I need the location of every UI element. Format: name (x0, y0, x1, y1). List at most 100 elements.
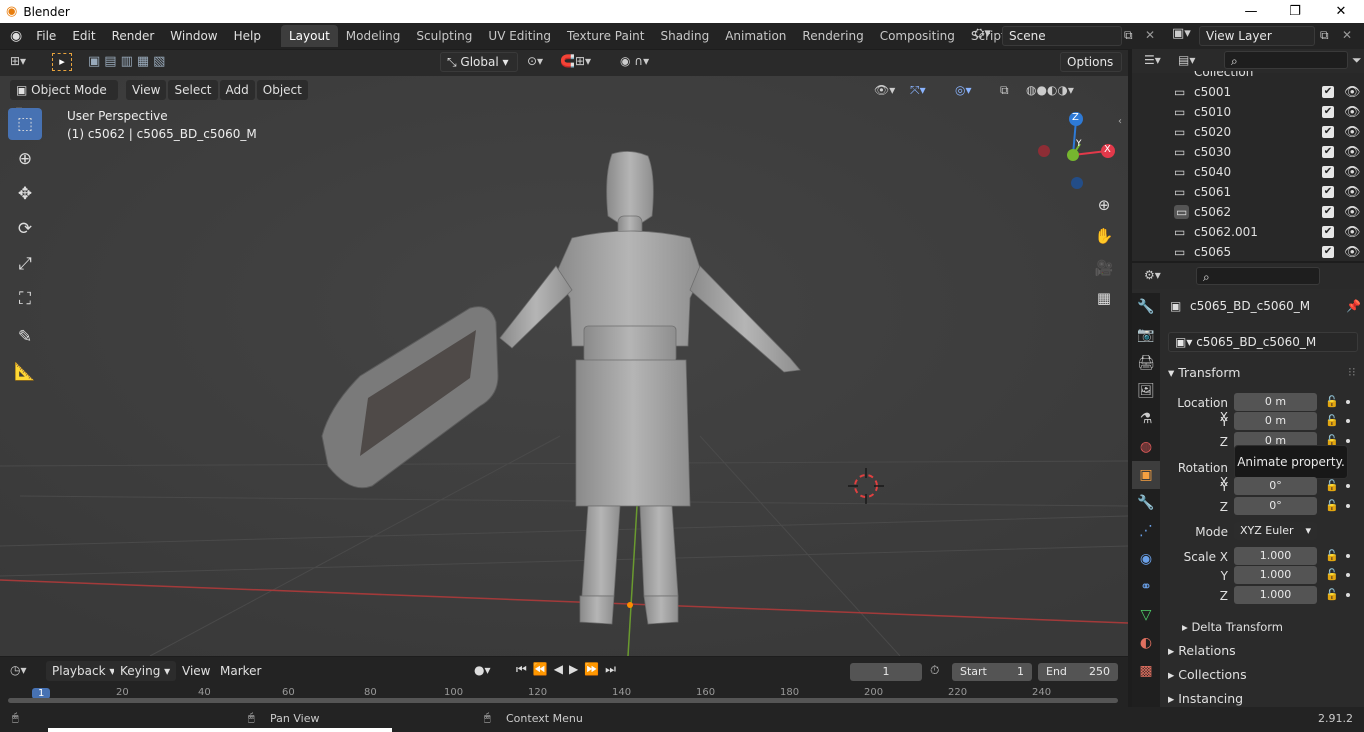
playback-controls-icon[interactable]: ⏮⏪◀▶⏩⏭ (516, 662, 622, 677)
lock-icon[interactable]: 🔓 (1325, 499, 1339, 512)
outliner-filter-icon[interactable]: ▤▾ (1178, 53, 1195, 67)
perspective-grid-icon[interactable]: ▦ (1090, 284, 1118, 312)
tab-animation[interactable]: Animation (717, 25, 794, 47)
timeline-playback-menu[interactable]: Playback ▾ (46, 661, 122, 681)
view-layer-selector-icon[interactable]: ▣▾ (1172, 26, 1191, 41)
particles-tab-icon[interactable]: ⋰ (1132, 517, 1160, 545)
sidebar-toggle-icon[interactable]: ‹ (1118, 116, 1122, 127)
texture-tab-icon[interactable]: ▩ (1132, 657, 1160, 685)
start-frame-field[interactable]: Start 1 (952, 663, 1032, 681)
eye-icon[interactable]: 👁 (1344, 225, 1361, 240)
scale-x-field[interactable]: 1.000 (1234, 547, 1317, 565)
tab-rendering[interactable]: Rendering (794, 25, 871, 47)
snap-icon[interactable]: 🧲⊞▾ (560, 54, 591, 68)
timeline-scrollbar[interactable] (8, 698, 1118, 703)
outliner-row[interactable]: ▭ c5062.001 ✔ 👁 (1132, 222, 1364, 242)
tab-compositing[interactable]: Compositing (872, 25, 963, 47)
view-layer-tab-icon[interactable]: 🖼 (1132, 377, 1160, 405)
clock-icon[interactable]: ⏱ (930, 663, 939, 678)
eye-icon[interactable]: 👁 (1344, 205, 1361, 220)
exclude-checkbox[interactable]: ✔ (1322, 126, 1334, 138)
lock-icon[interactable]: 🔓 (1325, 479, 1339, 492)
render-tab-icon[interactable]: 📷 (1132, 321, 1160, 349)
keyframe-dot[interactable] (1346, 400, 1350, 404)
lock-icon[interactable]: 🔓 (1325, 414, 1339, 427)
outliner-row[interactable]: ▭ c5001 ✔ 👁 (1132, 82, 1364, 102)
editor-type-icon[interactable]: ⊞▾ (10, 54, 26, 68)
exclude-checkbox[interactable]: ✔ (1322, 206, 1334, 218)
modifier-tab-icon[interactable]: 🔧 (1132, 489, 1160, 517)
minimize-button[interactable]: — (1228, 0, 1274, 23)
collections-header[interactable]: ▸ Collections (1168, 667, 1247, 682)
rotation-mode-dropdown[interactable]: XYZ Euler ▾ (1234, 522, 1317, 540)
xray-icon[interactable]: ⧉ (1000, 83, 1009, 98)
menu-help[interactable]: Help (226, 26, 269, 46)
outliner-row[interactable]: ▭ c5065 ✔ 👁 (1132, 242, 1364, 262)
lock-icon[interactable]: 🔓 (1325, 549, 1339, 562)
transform-panel-header[interactable]: ▾ Transform (1168, 365, 1240, 380)
eye-icon[interactable]: 👁 (1344, 185, 1361, 200)
data-tab-icon[interactable]: ▽ (1132, 601, 1160, 629)
tab-modeling[interactable]: Modeling (338, 25, 409, 47)
cursor-tool-icon[interactable]: ⊕ (8, 143, 42, 175)
eye-icon[interactable]: 👁 (1344, 165, 1361, 180)
lock-icon[interactable]: 🔓 (1325, 395, 1339, 408)
options-dropdown[interactable]: Options ▾ (1060, 52, 1122, 87)
timeline-keying-menu[interactable]: Keying ▾ (114, 661, 177, 681)
object-data-field[interactable]: ▣▾ c5065_BD_c5060_M (1168, 332, 1358, 352)
scale-tool-icon[interactable]: ⤢ (8, 248, 42, 280)
pin-icon[interactable]: 📌 (1346, 299, 1361, 313)
material-tab-icon[interactable]: ◐ (1132, 629, 1160, 657)
keyframe-dot[interactable] (1346, 439, 1350, 443)
exclude-checkbox[interactable]: ✔ (1322, 146, 1334, 158)
exclude-checkbox[interactable]: ✔ (1322, 166, 1334, 178)
timeline-editor-icon[interactable]: ◷▾ (10, 663, 27, 677)
physics-tab-icon[interactable]: ◉ (1132, 545, 1160, 573)
new-view-layer-icon[interactable]: ⧉ (1320, 28, 1329, 43)
properties-search-input[interactable]: ⌕ (1196, 267, 1320, 285)
keyframe-dot[interactable] (1346, 484, 1350, 488)
outliner-row[interactable]: ▭ c5061 ✔ 👁 (1132, 182, 1364, 202)
annotate-tool-icon[interactable]: ✎ (8, 321, 42, 353)
menu-render[interactable]: Render (104, 26, 163, 46)
blender-menu-icon[interactable]: ◉ (10, 28, 22, 44)
delete-view-layer-icon[interactable]: ✕ (1342, 28, 1352, 42)
transform-tool-icon[interactable]: ⛶ (8, 283, 42, 315)
rotate-tool-icon[interactable]: ⟳ (8, 213, 42, 245)
keyframe-dot[interactable] (1346, 554, 1350, 558)
menu-window[interactable]: Window (162, 26, 225, 46)
pan-hand-icon[interactable]: ✋ (1090, 222, 1118, 250)
close-button[interactable]: ✕ (1318, 0, 1364, 23)
shading-modes-icon[interactable]: ◍●◐◑▾ (1026, 83, 1074, 97)
outliner-row[interactable]: ▭ c5020 ✔ 👁 (1132, 122, 1364, 142)
measure-tool-icon[interactable]: 📐 (8, 356, 42, 388)
scene-tab-icon[interactable]: ⚗ (1132, 405, 1160, 433)
maximize-button[interactable]: ❐ (1272, 0, 1318, 23)
proportional-edit-icon[interactable]: ◉ ∩▾ (620, 54, 649, 68)
properties-editor-icon[interactable]: ⚙▾ (1144, 268, 1161, 282)
keyframe-dot[interactable] (1346, 504, 1350, 508)
delta-transform-header[interactable]: ▸ Delta Transform (1182, 620, 1283, 634)
zoom-icon[interactable]: ⊕ (1090, 191, 1118, 219)
orientation-dropdown[interactable]: ⤡ Global ▾ (440, 52, 518, 72)
tab-uv-editing[interactable]: UV Editing (480, 25, 559, 47)
exclude-checkbox[interactable]: ✔ (1322, 186, 1334, 198)
funnel-icon[interactable]: ⏷ (1352, 53, 1362, 68)
end-frame-field[interactable]: End 250 (1038, 663, 1118, 681)
outliner-row[interactable]: ▭ c5010 ✔ 👁 (1132, 102, 1364, 122)
mode-dropdown[interactable]: ▣ Object Mode ▾ (10, 80, 118, 117)
tool-tab-icon[interactable]: 🔧 (1132, 293, 1160, 321)
move-tool-icon[interactable]: ✥ (8, 178, 42, 210)
outliner-row[interactable]: ▭ c5040 ✔ 👁 (1132, 162, 1364, 182)
visibility-icon[interactable]: 👁▾ (874, 83, 895, 97)
delete-scene-icon[interactable]: ✕ (1145, 28, 1155, 42)
3d-viewport[interactable]: ▣ Object Mode ▾ View Select Add Object 👁… (0, 76, 1128, 656)
timeline-ruler[interactable]: 1 20 40 60 80 100 120 140 160 180 200 22… (8, 687, 1118, 703)
rotation-z-field[interactable]: 0° (1234, 497, 1317, 515)
keyframe-dot[interactable] (1346, 573, 1350, 577)
timeline-view-menu[interactable]: View (176, 661, 216, 681)
gizmo-toggle-icon[interactable]: ⤧▾ (910, 83, 926, 98)
tab-texture-paint[interactable]: Texture Paint (559, 25, 652, 47)
output-tab-icon[interactable]: 🖨 (1132, 349, 1160, 377)
viewport-menu-object[interactable]: Object (256, 80, 308, 100)
